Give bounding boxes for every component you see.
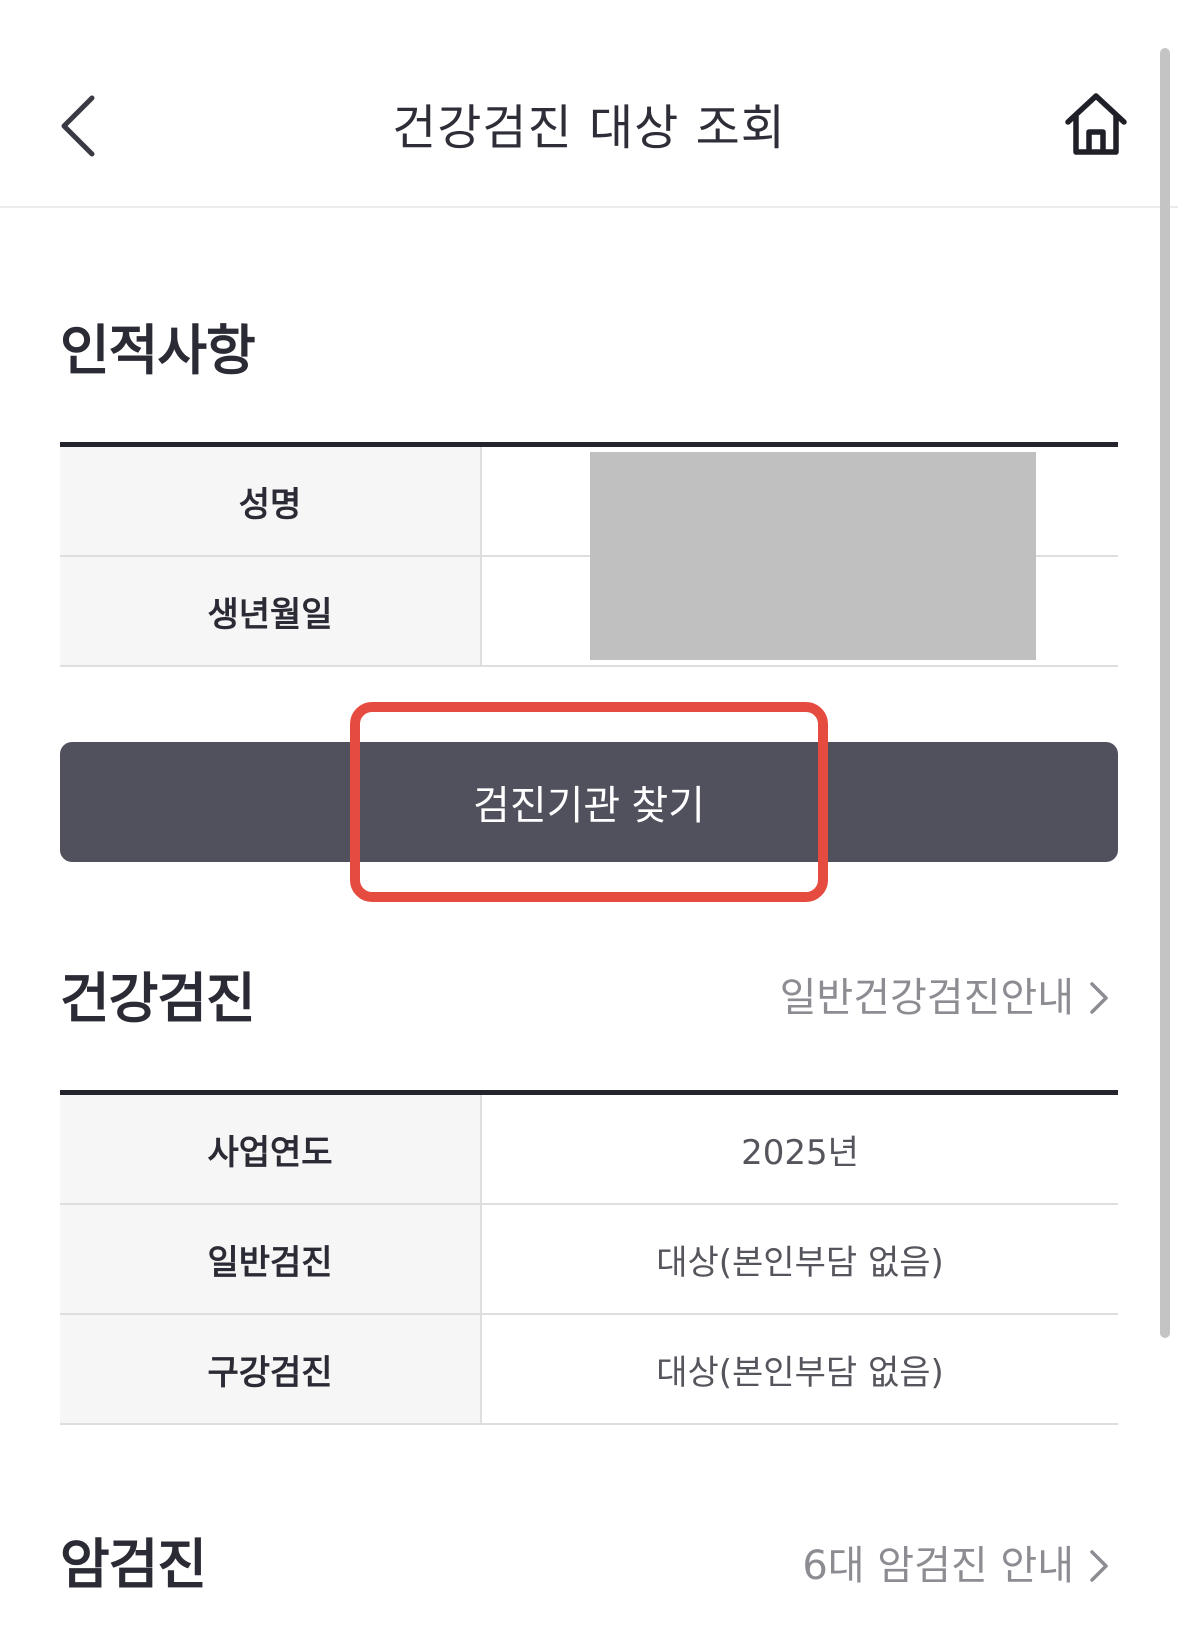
health-checkup-title: 건강검진 (60, 967, 256, 1030)
table-row: 일반검진 대상(본인부담 없음) (60, 1205, 1118, 1315)
name-label: 성명 (60, 447, 482, 555)
guide-link-label: 6대 암검진 안내 (802, 1543, 1074, 1589)
oral-checkup-label: 구강검진 (60, 1315, 482, 1423)
general-checkup-guide-link[interactable]: 일반건강검진안내 (780, 968, 1110, 1028)
general-checkup-value: 대상(본인부담 없음) (656, 1242, 944, 1283)
health-checkup-table: 사업연도 2025년 일반검진 대상(본인부담 없음) 구강검진 대상(본인부담… (60, 1090, 1118, 1425)
chevron-right-icon (1090, 1550, 1108, 1582)
birthdate-label: 생년월일 (60, 557, 482, 665)
guide-link-label: 일반건강검진안내 (779, 975, 1074, 1021)
business-year-label: 사업연도 (60, 1095, 482, 1203)
cancer-checkup-guide-link[interactable]: 6대 암검진 안내 (802, 1536, 1110, 1596)
table-row: 사업연도 2025년 (60, 1095, 1118, 1205)
oral-checkup-value: 대상(본인부담 없음) (656, 1352, 944, 1393)
redacted-personal-data (590, 452, 1036, 660)
general-checkup-label: 일반검진 (60, 1205, 482, 1313)
home-button[interactable] (1060, 88, 1132, 160)
scrollbar[interactable] (1160, 48, 1170, 1338)
personal-info-title: 인적사항 (60, 319, 256, 382)
top-app-bar: 건강검진 대상 조회 (0, 0, 1178, 208)
find-checkup-institution-button[interactable]: 검진기관 찾기 (60, 742, 1118, 862)
home-icon (1065, 93, 1127, 155)
chevron-right-icon (1090, 982, 1108, 1014)
table-row: 구강검진 대상(본인부담 없음) (60, 1315, 1118, 1425)
cancer-checkup-title: 암검진 (60, 1533, 207, 1596)
business-year-value: 2025년 (741, 1132, 859, 1173)
page-title: 건강검진 대상 조회 (392, 100, 786, 156)
